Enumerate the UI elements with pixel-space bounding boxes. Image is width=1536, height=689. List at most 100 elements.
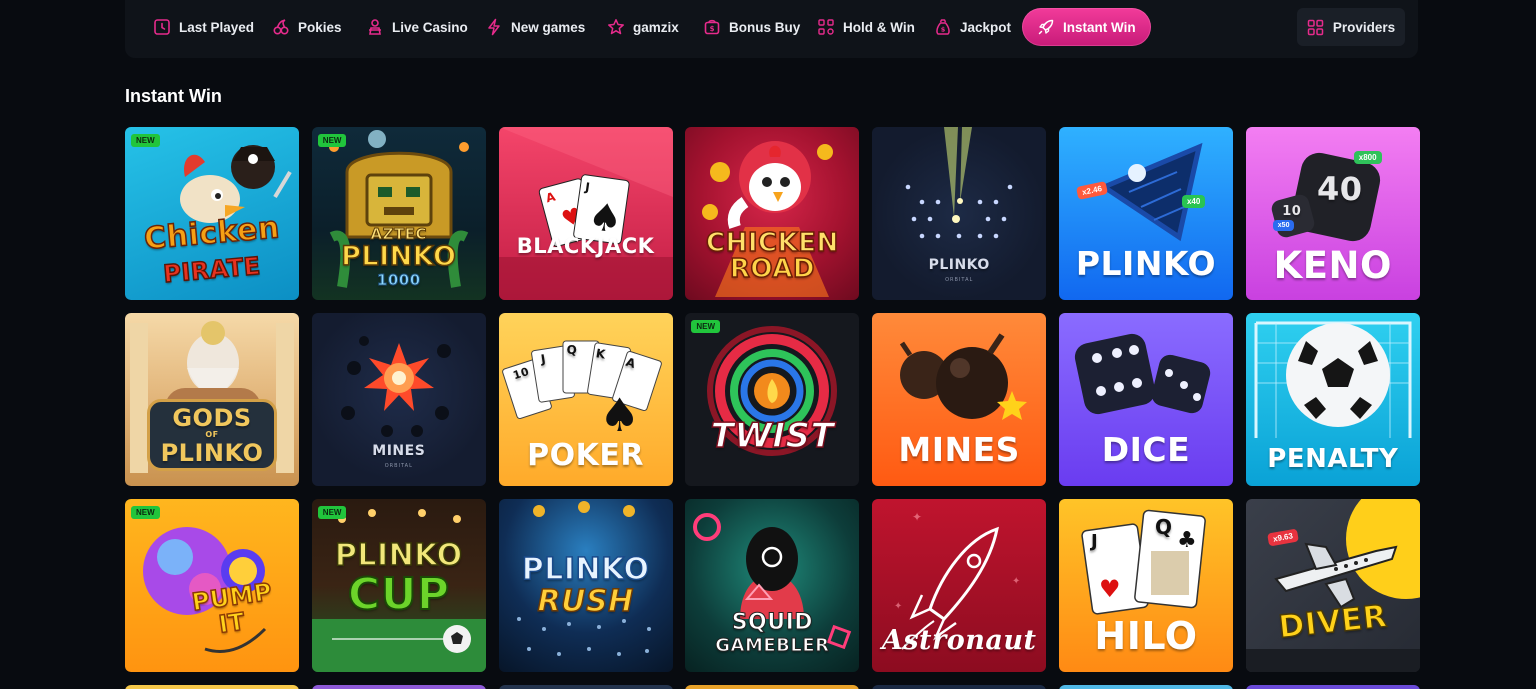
grid-icon (1307, 19, 1324, 35)
game-title: GAMEBLER (715, 635, 830, 656)
game-title: PLINKO (928, 257, 990, 273)
game-title: PLINKO (160, 439, 264, 467)
nav-label: Live Casino (392, 19, 468, 35)
ball-number: 10 (1282, 204, 1302, 219)
game-title: BLACKJACK (516, 234, 655, 258)
multiplier-pill: x50 (1272, 220, 1295, 231)
games-grid: Chicken PIRATE NEW AZTEC PLINKO 1000 NEW… (125, 127, 1420, 672)
nav-new-games[interactable]: New games (485, 8, 585, 46)
nav-instant-win[interactable]: Instant Win (1022, 8, 1151, 46)
partial-tile (685, 685, 860, 689)
game-tile-diver[interactable]: x9.63 DIVER (1245, 499, 1420, 672)
partial-tile (872, 685, 1047, 689)
nav-label: New games (511, 19, 586, 35)
game-tile-astronaut[interactable]: ✦ ✦ ✦ Astronaut (872, 499, 1047, 672)
game-tile-chicken-pirate[interactable]: Chicken PIRATE NEW (125, 127, 299, 300)
game-tile-mines-orbital[interactable]: MINES ORBITAL (311, 313, 486, 486)
plinko-orbital-art (905, 127, 1013, 239)
game-tile-plinko[interactable]: x2.46 x40 PLINKO (1058, 127, 1233, 300)
game-title: GODS (172, 404, 252, 432)
providers-label: Providers (1332, 19, 1396, 35)
game-tile-plinko-rush[interactable]: PLINKO RUSH (498, 499, 673, 672)
game-title: MINES (372, 443, 426, 459)
partial-tile (1058, 685, 1233, 689)
game-title: SQUID (731, 610, 814, 635)
gift-box-icon: $ (704, 19, 720, 35)
game-tile-hilo[interactable]: ♥ ♣ J Q HILO (1058, 499, 1233, 672)
game-title: Astronaut (881, 625, 1037, 656)
partial-tile (125, 685, 299, 689)
game-tile-dice[interactable]: DICE (1058, 313, 1233, 486)
card-rank: J (1090, 531, 1099, 552)
card-rank: Q (1154, 515, 1173, 539)
nav-last-played[interactable]: Last Played (153, 8, 254, 46)
new-badge: NEW (131, 134, 160, 147)
game-title: MINES (898, 430, 1020, 469)
game-tile-poker[interactable]: ♠ 10 J Q K A POKER (498, 313, 673, 486)
game-tile-plinko-orbital[interactable]: PLINKO ORBITAL (872, 127, 1047, 300)
providers-button[interactable]: Providers (1297, 8, 1405, 46)
next-row-partial (125, 685, 1420, 689)
partial-tile (311, 685, 486, 689)
nav-live-casino[interactable]: Live Casino (366, 8, 468, 46)
category-navbar: Last Played Pokies Live Casino New games… (125, 0, 1418, 58)
nav-bonus-buy[interactable]: $ Bonus Buy (703, 8, 800, 46)
nav-gamzix[interactable]: gamzix (607, 8, 679, 46)
game-tile-penalty[interactable]: PENALTY (1245, 313, 1420, 486)
svg-text:✦: ✦ (1012, 576, 1020, 587)
game-title: PENALTY (1267, 444, 1399, 474)
nav-label: Hold & Win (843, 19, 915, 35)
svg-text:$: $ (941, 26, 946, 34)
game-subtitle: ORBITAL (384, 463, 413, 469)
svg-text:♠: ♠ (599, 388, 640, 442)
playing-cards-art: A♥ J♠ (498, 127, 673, 300)
game-title: CUP (347, 569, 450, 620)
game-title: DICE (1101, 430, 1191, 469)
game-title: OF (205, 430, 219, 439)
game-title: PLINKO (1075, 244, 1217, 283)
mines-explosion-art (340, 336, 451, 437)
dealer-icon (369, 19, 381, 35)
twist-wheel-art (707, 326, 838, 456)
game-tile-pump-it[interactable]: PUMP IT NEW (125, 499, 299, 672)
game-tile-chicken-road[interactable]: CHICKEN ROAD (685, 127, 860, 300)
nav-label: Jackpot (960, 19, 1012, 35)
game-title: CHICKEN (705, 228, 839, 258)
game-title: RUSH (537, 584, 634, 619)
game-tile-plinko-cup[interactable]: PLINKO CUP NEW (311, 499, 486, 672)
game-tile-mines[interactable]: MINES (872, 313, 1047, 486)
lightning-icon (488, 18, 500, 36)
nav-pokies[interactable]: Pokies (272, 8, 342, 46)
section-title: Instant Win (125, 86, 222, 106)
game-title: TWIST (710, 416, 835, 456)
card-rank: K (594, 346, 607, 362)
game-title: PLINKO (334, 538, 463, 573)
game-tile-twist[interactable]: TWIST NEW (685, 313, 860, 486)
game-tile-blackjack[interactable]: A ♥ J ♠ BLACKJACK (498, 127, 673, 300)
nav-label: Pokies (298, 19, 342, 35)
game-tile-squid-gambler[interactable]: SQUID GAMEBLER (685, 499, 860, 672)
game-tile-aztec-plinko[interactable]: AZTEC PLINKO 1000 NEW (311, 127, 486, 300)
multiplier-pill: x40 (1181, 195, 1206, 208)
new-badge: NEW (691, 320, 721, 333)
game-tile-keno[interactable]: x800 x50 40 10 KENO (1245, 127, 1420, 300)
svg-text:$: $ (710, 25, 715, 33)
new-badge: NEW (317, 134, 347, 147)
card-rank: J (539, 351, 547, 367)
game-title: AZTEC (370, 225, 428, 243)
clock-icon (154, 19, 170, 35)
game-tile-gods-of-plinko[interactable]: GODS OF PLINKO (125, 313, 299, 486)
ball-number: 40 (1317, 170, 1363, 208)
game-title: PLINKO (340, 241, 457, 272)
nav-hold-and-win[interactable]: Hold & Win (817, 8, 915, 46)
cherries-icon (273, 19, 289, 35)
game-title: HILO (1094, 614, 1198, 658)
nav-label: Instant Win (1063, 19, 1136, 35)
game-title: 1000 (376, 271, 421, 289)
new-badge: NEW (317, 506, 347, 519)
nav-jackpot[interactable]: $ Jackpot (934, 8, 1011, 46)
diver-plane-art (1245, 499, 1420, 672)
game-title: ROAD (729, 254, 815, 284)
new-badge: NEW (131, 506, 160, 519)
nav-label: Bonus Buy (729, 19, 801, 35)
